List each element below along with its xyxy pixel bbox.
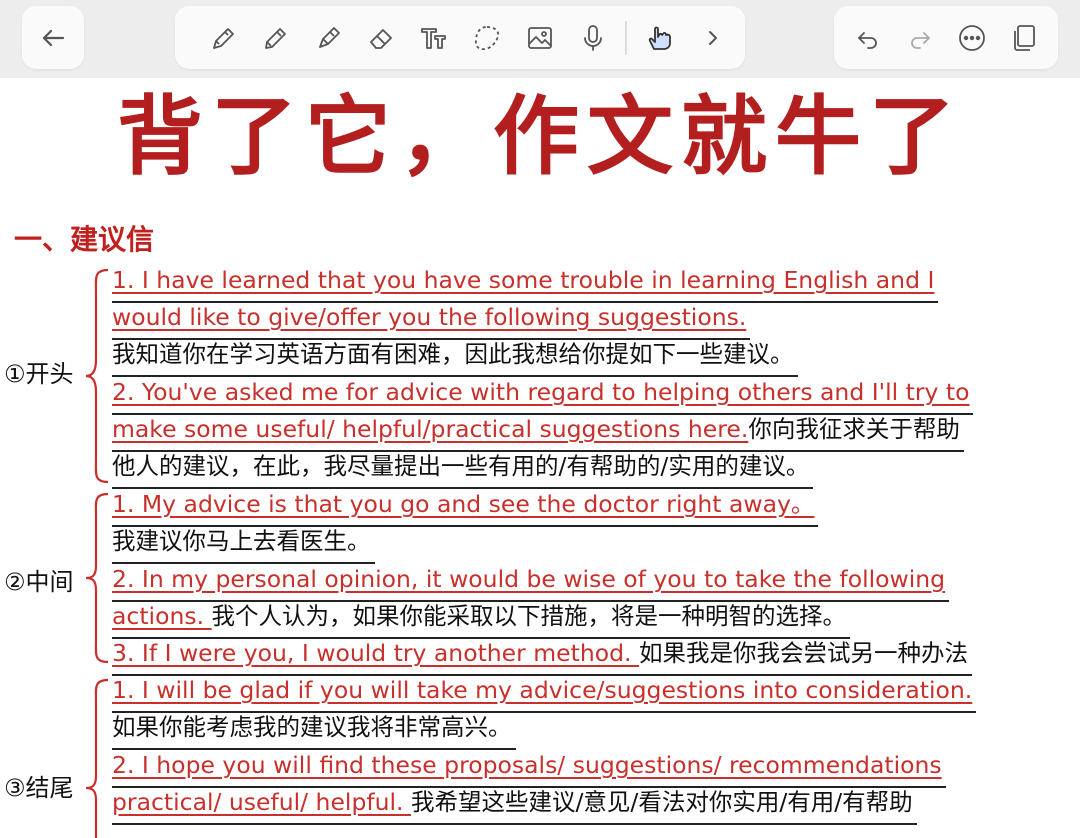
brace-opening [84, 268, 110, 484]
highlighter-tool-button[interactable] [301, 16, 354, 60]
chevron-right-icon [708, 30, 717, 45]
image-tool-button[interactable] [513, 16, 566, 60]
back-button-container [22, 6, 84, 69]
pencil-tool-button[interactable] [248, 16, 301, 60]
list-item: would like to give/offer you the followi… [112, 301, 751, 340]
text-tool-icon [420, 27, 446, 49]
undo-icon [858, 31, 877, 49]
lasso-tool-button[interactable] [460, 16, 513, 60]
pen-icon [212, 27, 234, 49]
more-options-button[interactable] [948, 16, 996, 60]
list-item: 我知道你在学习英语方面有困难，因此我想给你提如下一些建议。 [112, 338, 798, 377]
list-item: 2. I hope you will find these proposals/… [112, 749, 946, 788]
list-item: 1. I will be glad if you will take my ad… [112, 674, 977, 713]
text-tool-button[interactable] [407, 16, 460, 60]
list-item: make some useful/ helpful/practical sugg… [112, 413, 964, 452]
pencil-icon [264, 27, 286, 49]
pages-icon [1014, 24, 1035, 51]
more-tools-button[interactable] [686, 16, 739, 60]
redo-icon [911, 31, 930, 49]
group-label-ending: ③结尾 [4, 774, 74, 802]
eraser-tool-button[interactable] [354, 16, 407, 60]
highlighter-icon [318, 26, 340, 48]
drawing-tools [175, 6, 745, 69]
eraser-icon [369, 28, 392, 49]
list-item: 1. I have learned that you have some tro… [112, 264, 939, 303]
brace-middle [84, 492, 110, 664]
list-item: 2. In my personal opinion, it would be w… [112, 563, 950, 602]
lasso-icon [474, 25, 499, 50]
brace-ending [84, 678, 110, 838]
back-button[interactable] [27, 16, 80, 60]
hand-tool-button[interactable] [633, 16, 686, 60]
list-item: 我建议你马上去看医生。 [112, 525, 375, 564]
group-label-middle: ②中间 [4, 568, 74, 596]
microphone-icon [583, 24, 602, 51]
list-item: 1. My advice is that you go and see the … [112, 488, 819, 527]
list-item: practical/ useful/ helpful. 我希望这些建议/意见/看… [112, 786, 917, 825]
image-icon [527, 26, 552, 49]
more-icon [959, 24, 985, 51]
document-actions [834, 6, 1058, 69]
list-item: 2. You've asked me for advice with regar… [112, 376, 974, 415]
list-item: 如果你能考虑我的建议我将非常高兴。 [112, 711, 516, 750]
page-title: 背了它，作文就牛了 [117, 87, 963, 187]
section-heading: 一、建议信 [14, 223, 155, 256]
pages-button[interactable] [1000, 16, 1048, 60]
toolbar-divider [625, 20, 627, 55]
list-item: actions. 我个人认为，如果你能采取以下措施，将是一种明智的选择。 [112, 600, 851, 639]
pen-tool-button[interactable] [195, 16, 248, 60]
hand-pointer-icon [648, 26, 671, 50]
group-label-opening: ①开头 [4, 360, 74, 388]
arrow-left-icon [42, 29, 65, 46]
list-item: 他人的建议，在此，我尽量提出一些有用的/有帮助的/实用的建议。 [112, 450, 814, 489]
microphone-button[interactable] [566, 16, 619, 60]
list-item: 3. If I were you, I would try another me… [112, 637, 972, 676]
undo-button[interactable] [844, 16, 892, 60]
redo-button[interactable] [896, 16, 944, 60]
